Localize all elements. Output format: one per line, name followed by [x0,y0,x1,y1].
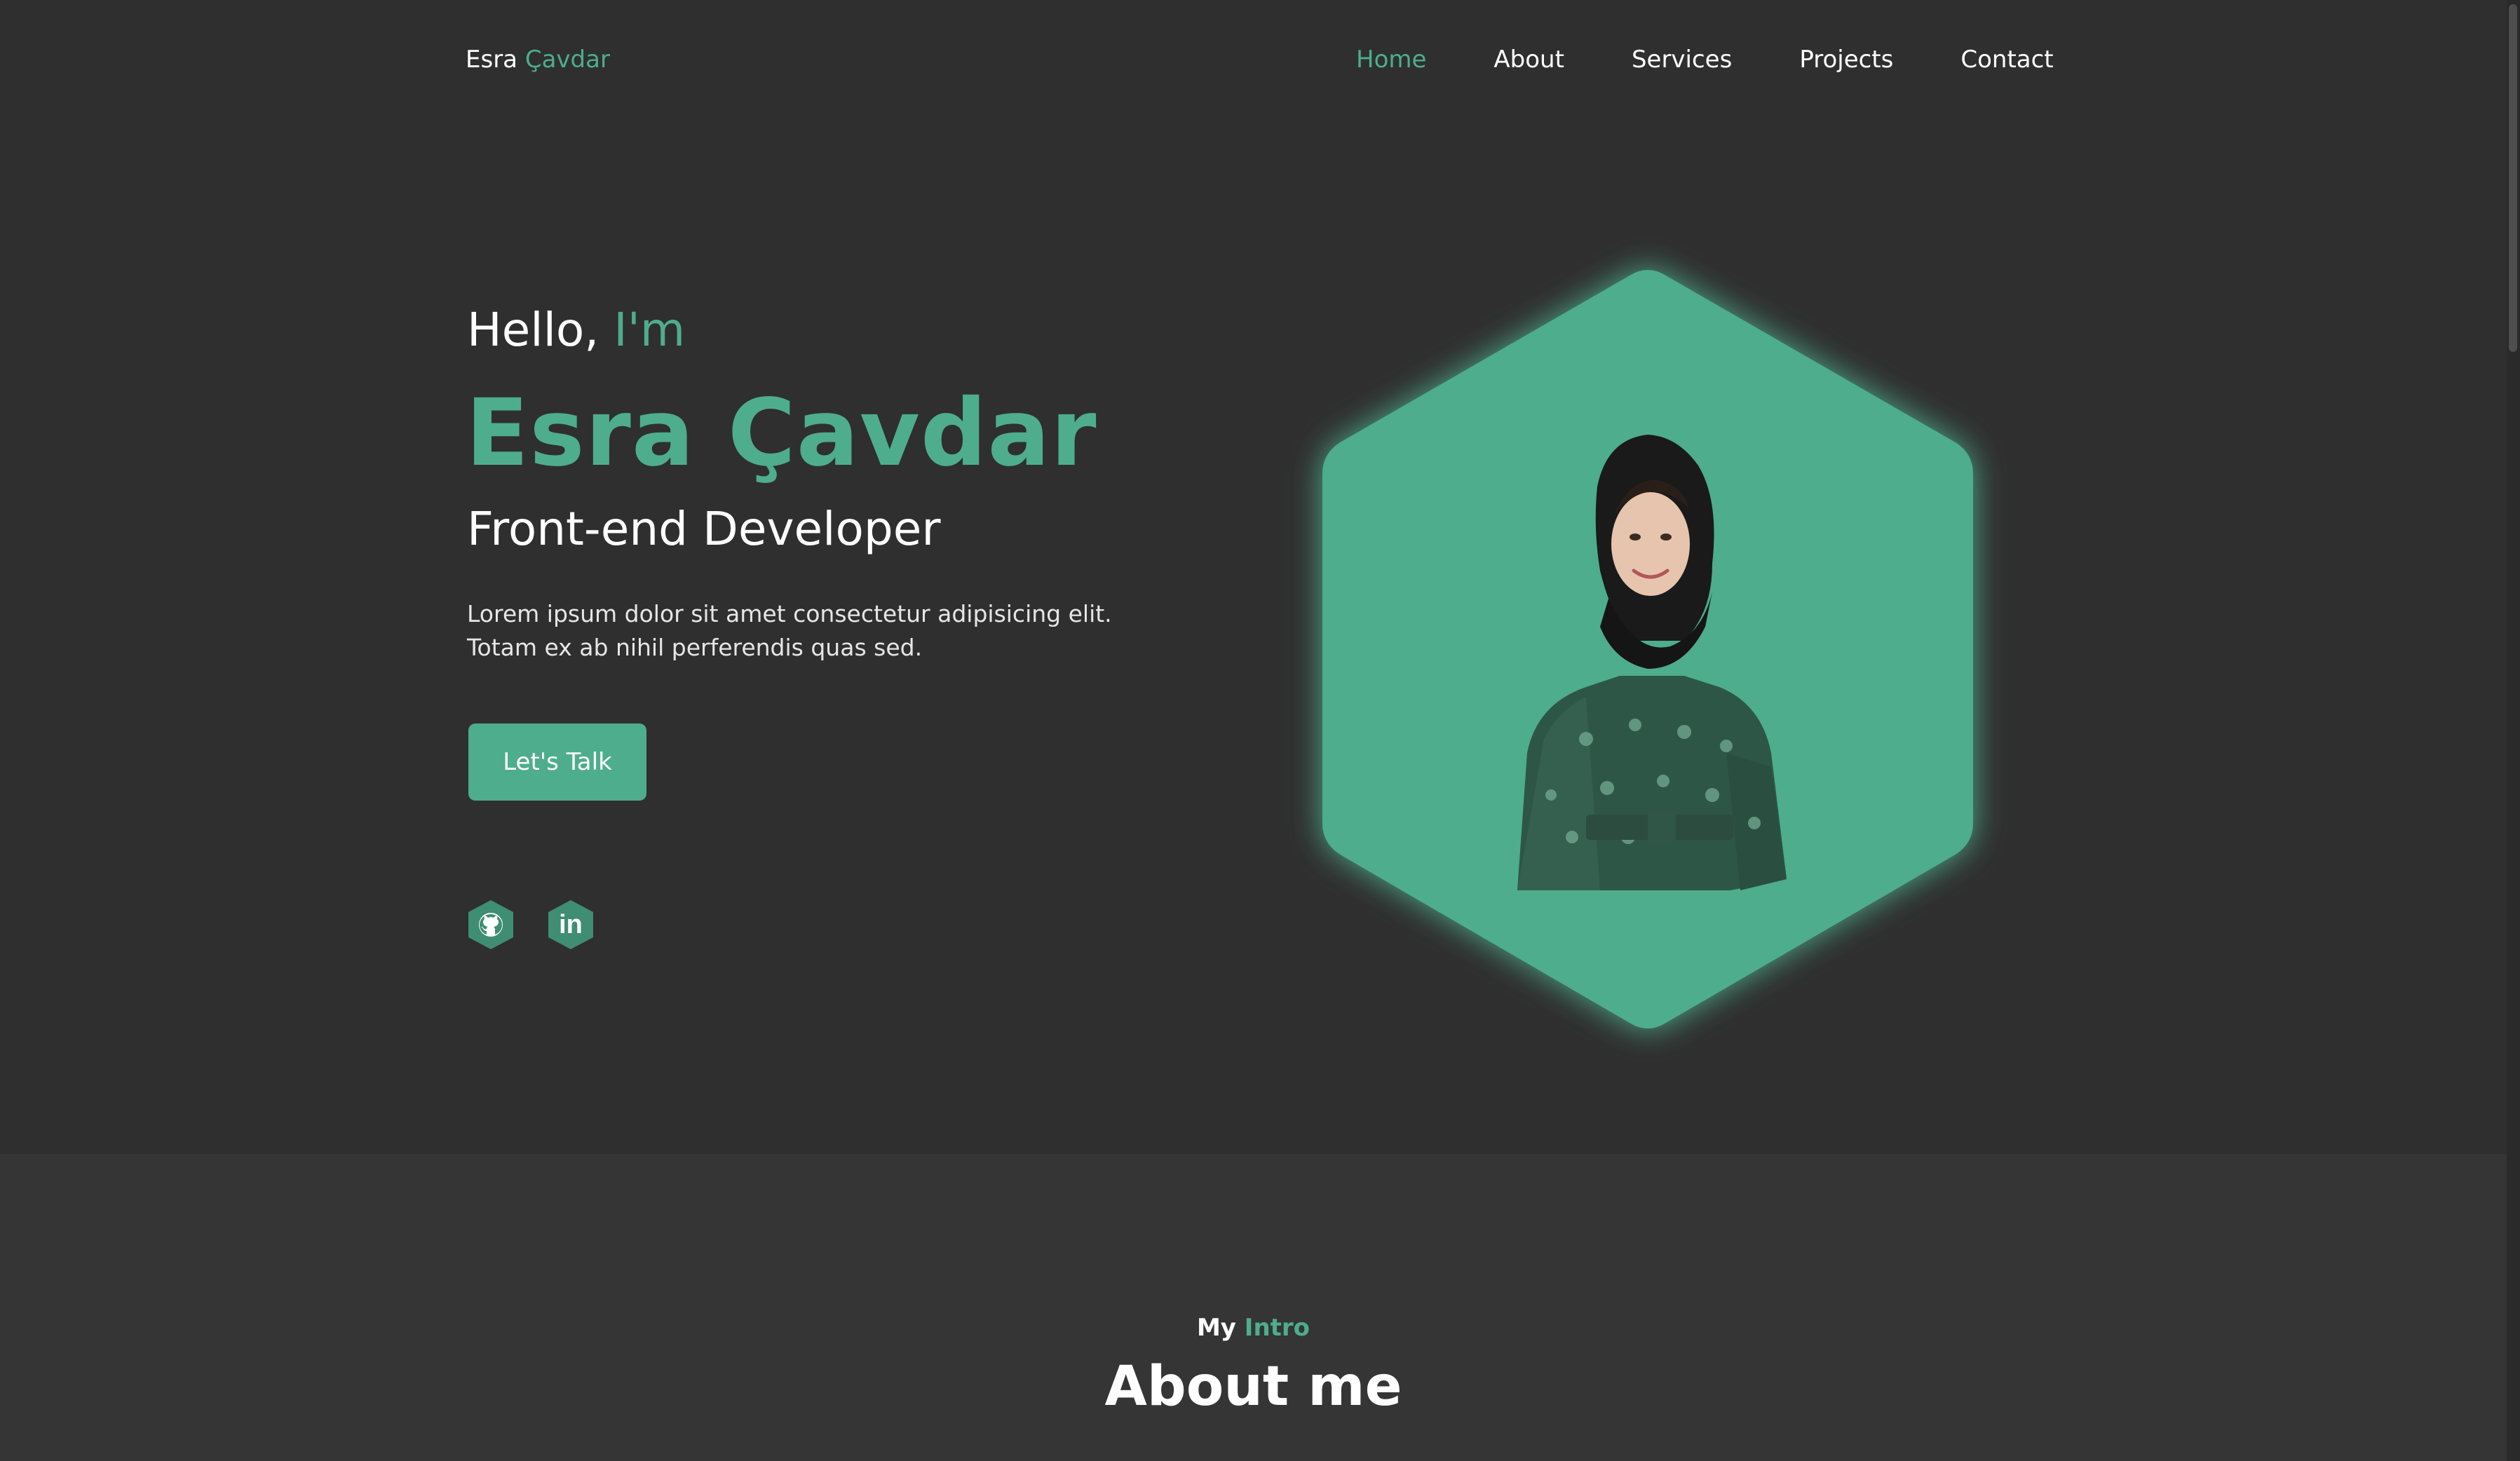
nav-item-services[interactable]: Services [1632,42,1732,77]
description-line: Lorem ipsum dolor sit amet consectetur a… [467,600,1112,627]
lets-talk-button[interactable]: Let's Talk [468,723,646,801]
profile-photo [1322,270,1973,1028]
vertical-scrollbar[interactable] [2507,0,2520,1461]
hero-section: Esra Çavdar Home About Services Projects… [0,0,2507,1154]
scrollbar-thumb[interactable] [2509,4,2517,352]
logo-first-name: Esra [466,46,518,74]
site-logo[interactable]: Esra Çavdar [466,42,610,77]
hero-description: Lorem ipsum dolor sit amet consectetur a… [467,597,1140,665]
greeting-accent: I'm [614,303,686,357]
logo-last-name: Çavdar [524,46,610,74]
github-link[interactable] [466,899,516,951]
github-icon [468,900,513,949]
nav-item-projects[interactable]: Projects [1799,42,1893,77]
hero-role: Front-end Developer [467,502,941,556]
about-title: About me [1104,1355,1402,1418]
linkedin-icon: in [548,900,593,949]
greeting-text: Hello, [467,303,599,357]
hero-name: Esra Çavdar [466,379,1097,487]
main-navigation: Home About Services Projects Contact [1356,42,2054,77]
kicker-first: My [1196,1314,1236,1342]
portfolio-page: Esra Çavdar Home About Services Projects… [0,0,2507,1461]
linkedin-link[interactable]: in [546,899,596,951]
profile-hexagon [1306,262,1990,1039]
nav-item-contact[interactable]: Contact [1960,42,2053,77]
kicker-accent: Intro [1244,1314,1310,1342]
nav-item-about[interactable]: About [1493,42,1564,77]
about-kicker: My Intro [0,1311,2507,1345]
linkedin-glyph: in [559,910,583,939]
nav-item-home[interactable]: Home [1356,42,1426,77]
hero-greeting: Hello, I'm [467,301,685,359]
description-line: Totam ex ab nihil perferendis quas sed. [467,634,923,661]
